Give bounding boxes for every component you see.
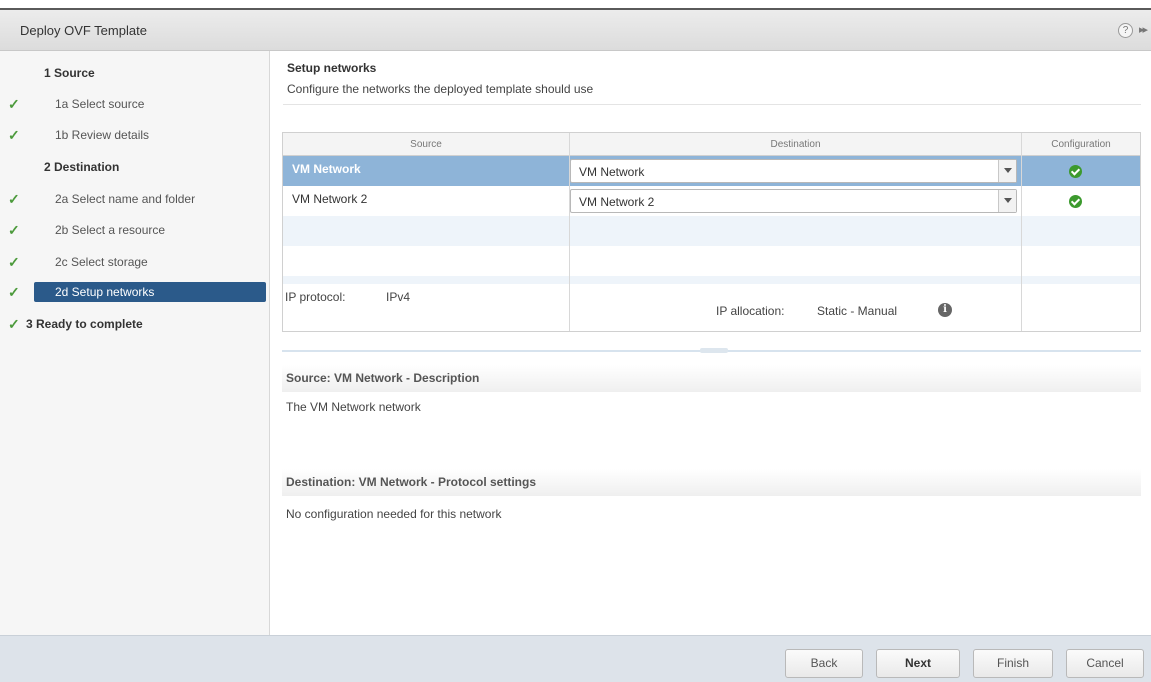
destination-settings-header: Destination: VM Network - Protocol setti…	[282, 469, 1141, 496]
source-network: VM Network	[292, 162, 361, 176]
column-divider	[569, 133, 570, 331]
ip-protocol-value: IPv4	[386, 290, 411, 304]
step-2-destination: 2 Destination	[44, 156, 119, 178]
dialog-titlebar: Deploy OVF Template ? ▸▸	[0, 10, 1151, 51]
divider	[283, 104, 1141, 105]
check-icon: ✓	[8, 127, 20, 143]
check-icon: ✓	[8, 222, 20, 238]
ip-protocol-label: IP protocol:	[285, 290, 346, 304]
empty-table-row	[283, 276, 1140, 284]
page-title: Setup networks	[287, 61, 377, 75]
table-row[interactable]: VM Network 2 VM Network 2	[283, 186, 1140, 216]
column-divider	[1021, 133, 1022, 331]
step-label: 2a Select name and folder	[55, 192, 196, 206]
wizard-footer: Back Next Finish Cancel	[0, 635, 1151, 682]
configured-check-icon	[1069, 165, 1082, 178]
source-description-text: The VM Network network	[286, 400, 421, 414]
next-button[interactable]: Next	[876, 649, 960, 678]
step-label: 1b Review details	[55, 128, 150, 142]
ip-allocation-value: Static - Manual	[817, 304, 898, 318]
dialog-title: Deploy OVF Template	[20, 23, 147, 38]
step-label: 2 Destination	[44, 160, 120, 174]
ip-allocation-label: IP allocation:	[716, 304, 785, 318]
destination-settings-text: No configuration needed for this network	[286, 507, 502, 521]
step-1-source: 1 Source	[44, 62, 95, 84]
step-label: 2b Select a resource	[55, 223, 166, 237]
splitter-handle[interactable]	[282, 348, 1141, 353]
wizard-steps-sidebar: 1 Source ✓ 1a Select source ✓ 1b Review …	[0, 51, 270, 635]
info-icon[interactable]: i	[938, 303, 952, 317]
check-icon: ✓	[8, 191, 20, 207]
empty-table-row	[283, 216, 1140, 246]
check-icon: ✓	[8, 96, 20, 112]
step-label: 2c Select storage	[55, 255, 148, 269]
page-subtitle: Configure the networks the deployed temp…	[287, 82, 594, 96]
check-icon: ✓	[8, 254, 20, 270]
destination-value: VM Network 2	[579, 195, 655, 209]
table-row[interactable]: VM Network VM Network	[283, 156, 1140, 186]
empty-table-row	[283, 246, 1140, 276]
column-header-destination[interactable]: Destination	[570, 133, 1021, 156]
step-label: 1 Source	[44, 66, 95, 80]
check-icon: ✓	[8, 316, 20, 332]
section-title: Source: VM Network - Description	[286, 371, 480, 385]
check-icon: ✓	[8, 284, 20, 300]
chevron-down-icon[interactable]	[998, 160, 1016, 182]
network-mapping-table: Source Destination Configuration VM Netw…	[282, 132, 1141, 332]
cancel-button[interactable]: Cancel	[1066, 649, 1144, 678]
back-button[interactable]: Back	[785, 649, 863, 678]
finish-button[interactable]: Finish	[973, 649, 1053, 678]
source-description-header: Source: VM Network - Description	[282, 365, 1141, 392]
step-label: 1a Select source	[55, 97, 145, 111]
main-panel: Setup networks Configure the networks th…	[270, 51, 1151, 635]
help-icon[interactable]: ?	[1118, 23, 1133, 38]
section-title: Destination: VM Network - Protocol setti…	[286, 475, 537, 489]
destination-value: VM Network	[579, 165, 645, 179]
expand-icon[interactable]: ▸▸	[1139, 23, 1148, 36]
top-strip	[0, 0, 1151, 10]
chevron-down-icon[interactable]	[998, 190, 1016, 212]
step-label: 3 Ready to complete	[26, 317, 143, 331]
source-network: VM Network 2	[292, 192, 368, 206]
configured-check-icon	[1069, 195, 1082, 208]
table-header: Source Destination Configuration	[283, 133, 1140, 156]
step-label: 2d Setup networks	[55, 285, 155, 299]
column-header-configuration[interactable]: Configuration	[1022, 133, 1140, 156]
destination-dropdown[interactable]: VM Network	[570, 159, 1017, 183]
destination-dropdown[interactable]: VM Network 2	[570, 189, 1017, 213]
column-header-source[interactable]: Source	[283, 133, 569, 156]
